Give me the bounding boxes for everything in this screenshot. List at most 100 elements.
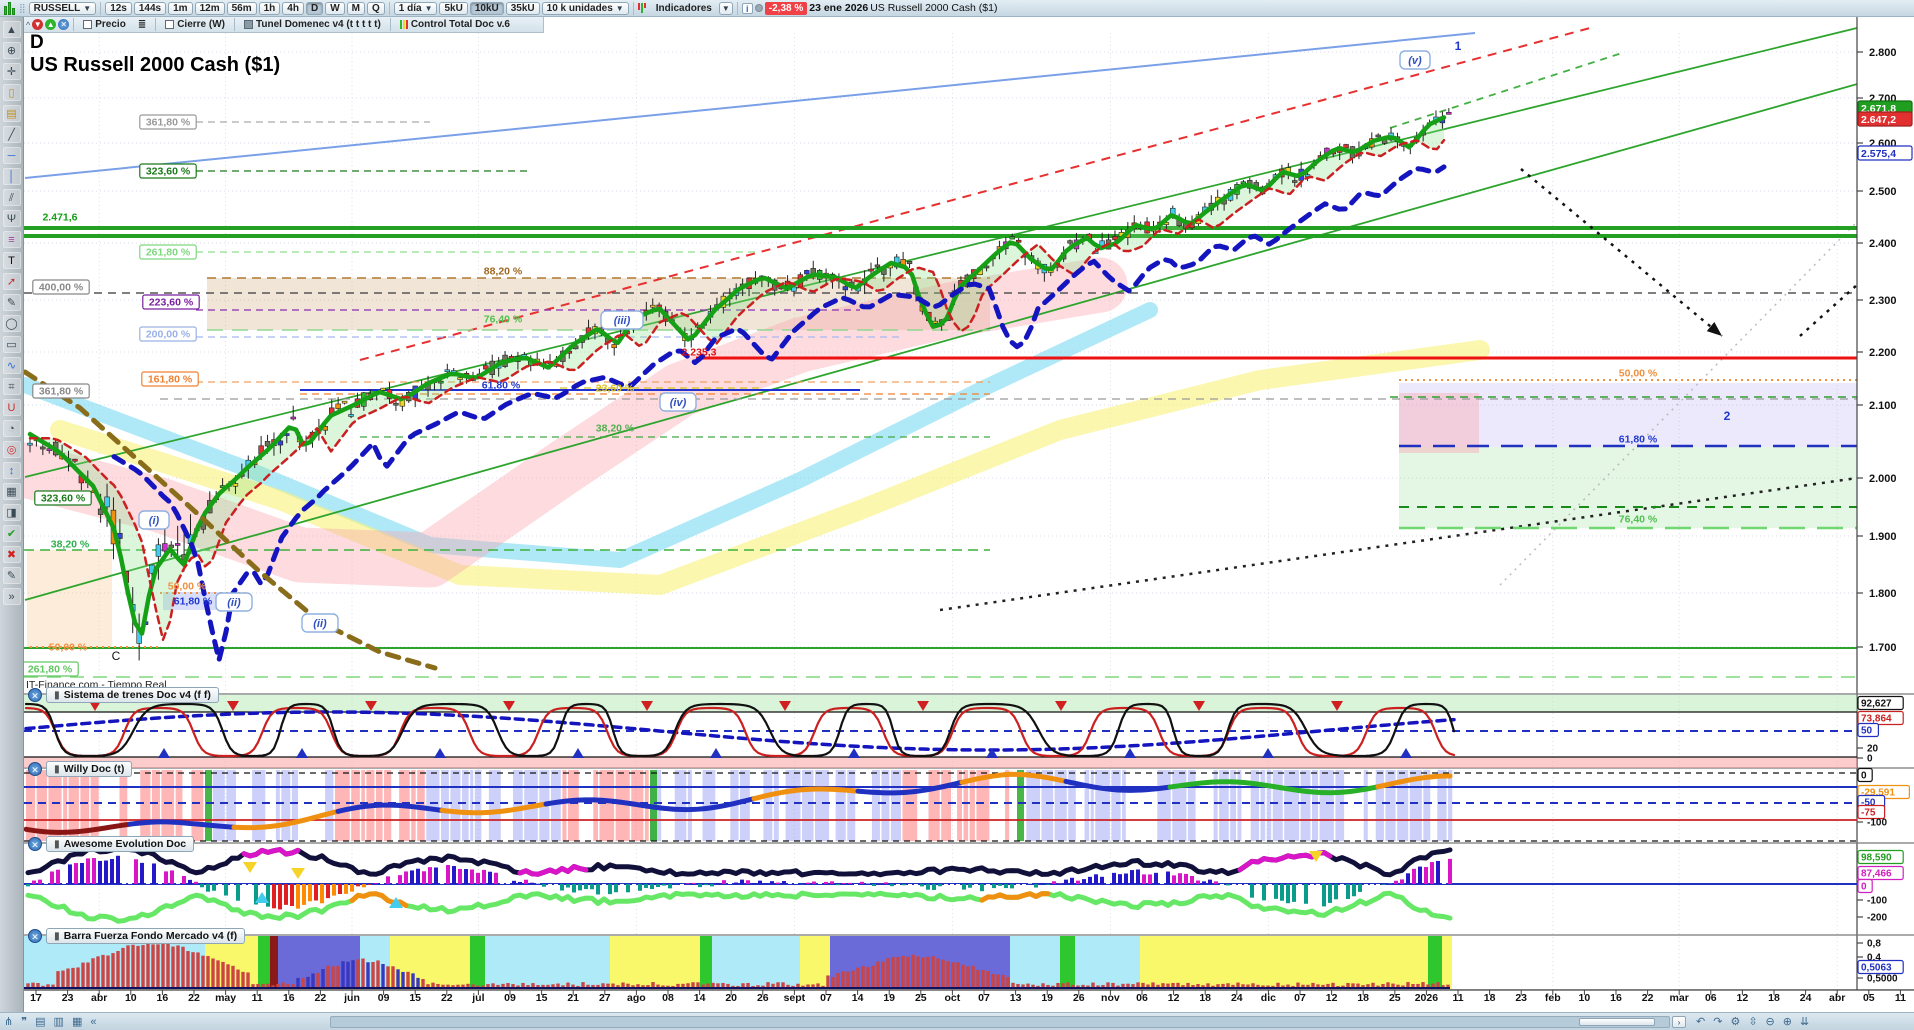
redo-icon[interactable]: ↷ <box>1713 1015 1722 1028</box>
share-icon[interactable]: ⋔ <box>4 1015 13 1028</box>
eraser-icon[interactable]: ◨ <box>3 504 21 521</box>
date-tick: 27 <box>599 992 611 1004</box>
rect-icon[interactable]: ▭ <box>3 336 21 353</box>
hline-icon[interactable]: ─ <box>3 147 21 164</box>
timeframe-1h[interactable]: 1h <box>259 2 281 15</box>
pitchfork-icon[interactable]: Ψ <box>3 210 21 227</box>
ruler-icon[interactable]: ⌗ <box>3 378 21 395</box>
calendar-icon[interactable]: ▦ <box>72 1015 82 1028</box>
date-tick: 16 <box>1610 992 1622 1004</box>
legend-precio[interactable]: Precio <box>78 18 131 31</box>
text-icon[interactable]: T <box>3 252 21 269</box>
unit-5kU[interactable]: 5kU <box>439 2 467 15</box>
delete-icon[interactable]: ✖ <box>3 546 21 563</box>
scroll-right-button[interactable]: › <box>1672 1016 1686 1028</box>
collapse-icon[interactable]: « <box>90 1016 96 1028</box>
price-style-icon[interactable]: ≣ <box>133 18 151 31</box>
zoom-in-icon[interactable]: ⊕ <box>1783 1015 1792 1028</box>
buy-icon[interactable]: ▲ <box>45 19 56 30</box>
h-scrollbar[interactable] <box>330 1016 1670 1028</box>
close-panel-icon[interactable]: ✕ <box>28 837 42 851</box>
confirm-icon[interactable]: ✔ <box>3 525 21 542</box>
projection-arrows[interactable] <box>1521 169 1905 336</box>
close-panel-icon[interactable]: ✕ <box>28 929 42 943</box>
chat-icon[interactable]: ❞ <box>21 1015 27 1028</box>
panel-title-sistema-de-trenes[interactable]: ▮Sistema de trenes Doc v4 (f f) <box>46 687 219 703</box>
svg-text:223,60 %: 223,60 % <box>149 297 194 309</box>
brush-icon[interactable]: ✎ <box>3 294 21 311</box>
period-dropdown[interactable]: 1 día▼ <box>394 2 438 15</box>
timeframe-Q[interactable]: Q <box>367 2 385 15</box>
symbol-selector[interactable]: RUSSELL▼ <box>29 2 97 15</box>
timeframe-D[interactable]: D <box>306 2 323 15</box>
more-icon[interactable]: » <box>3 588 21 605</box>
svg-text:2.471,6: 2.471,6 <box>42 212 77 224</box>
legend-control-total[interactable]: Control Total Doc v.6 <box>395 18 515 31</box>
svg-text:323,60 %: 323,60 % <box>146 166 191 178</box>
unit-dropdown[interactable]: 10 k unidades▼ <box>542 2 629 15</box>
timeframe-1m[interactable]: 1m <box>168 2 192 15</box>
svg-text:261,80 %: 261,80 % <box>28 664 73 676</box>
layers-icon[interactable]: ▦ <box>3 483 21 500</box>
news-icon[interactable]: ▤ <box>35 1015 45 1028</box>
timeframe-144s[interactable]: 144s <box>134 2 166 15</box>
date-tick: 26 <box>757 992 769 1004</box>
toolbar-grip[interactable]: ⣿ <box>19 3 25 14</box>
target-icon[interactable]: ◎ <box>3 441 21 458</box>
zoom-fit-icon[interactable]: ⇳ <box>1748 1015 1757 1028</box>
collapse-chevron[interactable]: ^ <box>26 20 30 30</box>
instrument-name: US Russell 2000 Cash ($1) <box>870 2 997 14</box>
channel-icon[interactable]: ⫽ <box>3 189 21 206</box>
legend-cierre[interactable]: Cierre (W) <box>160 18 230 31</box>
candles-icon[interactable]: ▯ <box>3 84 21 101</box>
close-panel-icon[interactable]: ✕ <box>28 688 42 702</box>
auto-scroll-icon[interactable]: ⇊ <box>1800 1015 1809 1028</box>
unit-35kU[interactable]: 35kU <box>506 2 540 15</box>
timeframe-12s[interactable]: 12s <box>105 2 132 15</box>
wave-icon[interactable]: ∿ <box>3 357 21 374</box>
date-tick: 13 <box>1010 992 1022 1004</box>
date-tick: 14 <box>852 992 864 1004</box>
magnet-icon[interactable]: U <box>3 399 21 416</box>
fibonacci-icon[interactable]: ≡ <box>3 231 21 248</box>
status-bar: ⋔ ❞ ▤ ▥ ▦ « › ↶ ↷ ⚙ ⇳ ⊖ ⊕ ⇊ <box>0 1012 1914 1030</box>
crosshair-icon[interactable]: ✛ <box>3 63 21 80</box>
ellipse-icon[interactable]: ◯ <box>3 315 21 332</box>
close-tool-icon[interactable]: ✕ <box>58 19 69 30</box>
legend-tunel[interactable]: Tunel Domenec v4 (t t t t t) <box>239 18 386 31</box>
trendline-icon[interactable]: ╱ <box>3 126 21 143</box>
alert-icon[interactable]: ◔ <box>3 420 21 437</box>
zoom-icon[interactable]: ⊕ <box>3 42 21 59</box>
panel-title-willy[interactable]: ▮Willy Doc (t) <box>46 761 132 777</box>
chart-style-icon[interactable]: ▤ <box>3 105 21 122</box>
timeframe-4h[interactable]: 4h <box>282 2 304 15</box>
timeframe-W[interactable]: W <box>325 2 344 15</box>
panel-title-awesome-evolution[interactable]: ▮Awesome Evolution Doc <box>46 836 194 852</box>
arrow-icon[interactable]: ➚ <box>3 273 21 290</box>
timeframe-56m[interactable]: 56m <box>227 2 257 15</box>
info-icon[interactable]: i <box>742 3 753 14</box>
indicators-caret[interactable]: ▼ <box>719 2 733 15</box>
edit-icon[interactable]: ✎ <box>3 567 21 584</box>
zoom-out-icon[interactable]: ⊖ <box>1766 1015 1775 1028</box>
date-tick: 18 <box>1484 992 1496 1004</box>
cursor-icon[interactable]: ▲ <box>3 21 21 38</box>
instrument-watermark: US Russell 2000 Cash ($1) <box>30 54 280 77</box>
unit-10kU[interactable]: 10kU <box>470 2 504 15</box>
undo-icon[interactable]: ↶ <box>1696 1015 1705 1028</box>
svg-text:92,627: 92,627 <box>1861 699 1892 710</box>
timeframe-M[interactable]: M <box>347 2 365 15</box>
settings-icon[interactable]: ⚙ <box>1730 1015 1740 1028</box>
panel-title-barra-fuerza[interactable]: ▮Barra Fuerza Fondo Mercado v4 (f) <box>46 928 245 944</box>
h-scrollbar-thumb[interactable] <box>1579 1018 1655 1026</box>
updown-icon[interactable]: ↕ <box>3 462 21 479</box>
indicators-button[interactable]: Indicadores <box>651 2 717 15</box>
timeframe-12m[interactable]: 12m <box>195 2 225 15</box>
svg-text:61,80 %: 61,80 % <box>482 380 521 392</box>
svg-text:(iii): (iii) <box>614 315 631 327</box>
vline-icon[interactable]: │ <box>3 168 21 185</box>
market-depth-icon[interactable]: ▥ <box>54 1015 64 1028</box>
svg-text:88,20 %: 88,20 % <box>484 266 523 278</box>
close-panel-icon[interactable]: ✕ <box>28 762 42 776</box>
sell-icon[interactable]: ▼ <box>32 19 43 30</box>
